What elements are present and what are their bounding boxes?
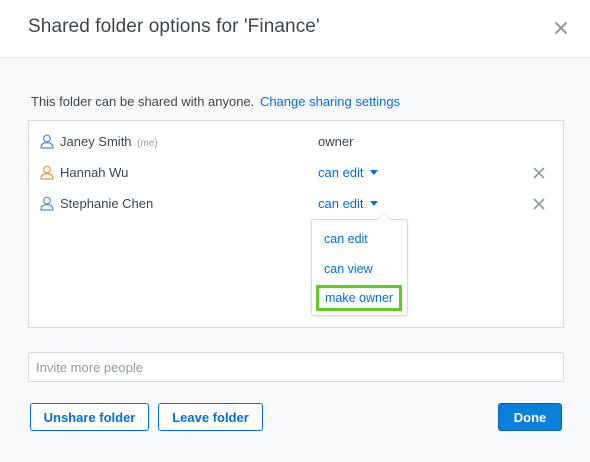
role-dropdown[interactable]: can edit [318,165,378,180]
done-button[interactable]: Done [498,403,562,431]
user-icon [40,196,54,211]
invite-people-input[interactable] [28,352,564,382]
change-sharing-settings-link[interactable]: Change sharing settings [260,94,400,109]
role-dropdown[interactable]: can edit [318,196,378,211]
member-row: Stephanie Chen can edit [29,193,563,215]
dialog-header: Shared folder options for 'Finance' [0,0,590,58]
member-row: Hannah Wu can edit [29,162,563,184]
member-name: Janey Smith (me) [60,134,158,149]
member-row: Janey Smith (me) owner [29,131,563,153]
shared-folder-dialog: Shared folder options for 'Finance' This… [0,0,590,462]
member-name: Stephanie Chen [60,196,154,211]
caret-down-icon [369,201,378,206]
user-icon [40,134,54,149]
menu-item-make-owner[interactable]: make owner [316,285,403,311]
dialog-title: Shared folder options for 'Finance' [28,16,320,37]
member-role: owner [318,134,354,149]
remove-member-icon[interactable] [533,198,545,210]
user-icon [40,165,54,180]
menu-item-can-view[interactable]: can view [324,262,373,276]
leave-folder-button[interactable]: Leave folder [158,403,263,431]
unshare-folder-button[interactable]: Unshare folder [30,403,149,431]
sharing-note-text: This folder can be shared with anyone. [31,94,255,109]
role-menu: can edit can view make owner [311,213,408,316]
menu-item-can-edit[interactable]: can edit [324,232,368,246]
remove-member-icon[interactable] [533,167,545,179]
close-icon[interactable] [553,20,569,36]
member-name: Hannah Wu [60,165,129,180]
me-tag: (me) [137,138,158,149]
sharing-note: This folder can be shared with anyone. C… [31,94,400,109]
members-list: Janey Smith (me) owner Hannah Wu can edi… [28,120,564,328]
menu-arrow [378,214,390,220]
caret-down-icon [369,170,378,175]
